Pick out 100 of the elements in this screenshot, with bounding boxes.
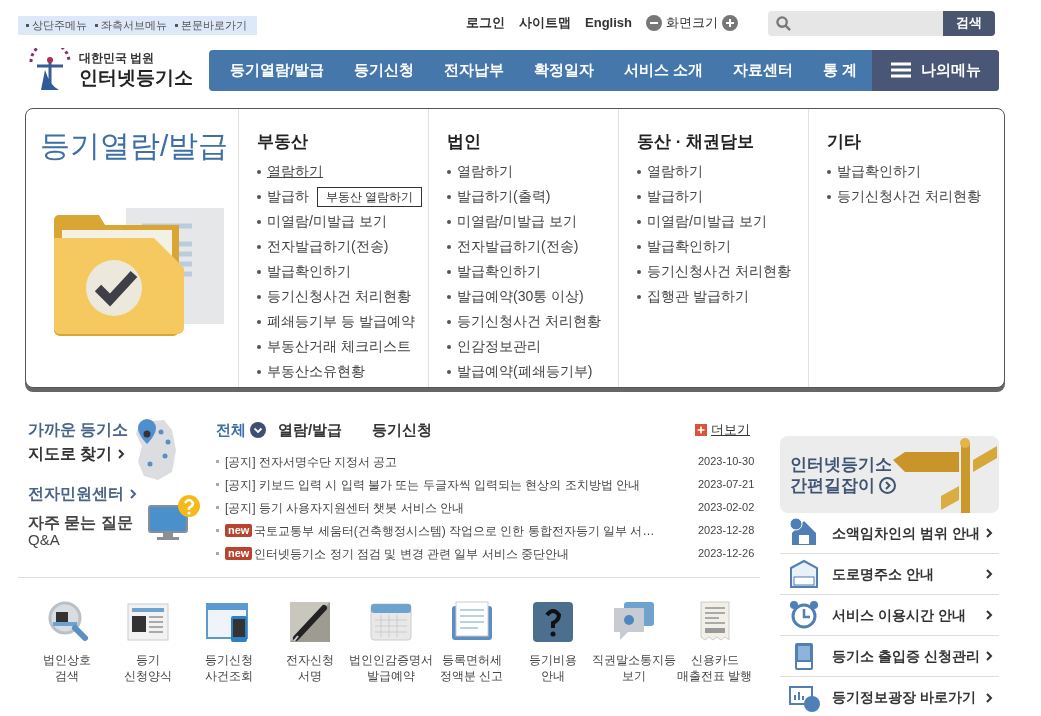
dropdown-link[interactable]: 발급확인하기 xyxy=(647,236,731,257)
notice-link[interactable]: 인터넷등기소 정기 점검 및 변경 관련 일부 서비스 중단안내 xyxy=(254,544,694,563)
section-title: 가까운 등기소 xyxy=(28,420,129,440)
service-label: 서명 xyxy=(297,668,322,684)
nav-item[interactable]: 전자납부 xyxy=(443,58,504,82)
skip-link[interactable]: 좌측서브메뉴 xyxy=(95,16,167,34)
dropdown-link[interactable]: 등기신청사건 처리현황 xyxy=(837,186,981,207)
notice-tag: [공지] xyxy=(225,475,256,494)
utility-link[interactable]: 로그인 xyxy=(466,13,506,33)
e-center-link[interactable]: 전자민원센터 xyxy=(28,482,208,506)
dropdown-link[interactable]: 인감정보관리 xyxy=(457,336,541,357)
notice-date: 2023-10-30 xyxy=(698,454,756,470)
nav-item[interactable]: 등기열람/발급 xyxy=(229,58,325,82)
service-link[interactable]: 등기 신청양식 xyxy=(107,598,188,684)
column-heading: 부동산 xyxy=(257,131,309,153)
chevron-icon xyxy=(986,569,993,579)
dropdown-link[interactable]: 열람하기 xyxy=(647,161,703,182)
service-link[interactable]: 등기신청 사건조회 xyxy=(188,598,269,684)
dropdown-link[interactable]: 발급예약(30통 이상) xyxy=(457,286,584,307)
font-size-label: 화면크기 xyxy=(666,14,718,33)
info-link[interactable]: 도로명주소 안내 xyxy=(780,554,999,595)
service-link[interactable]: 전자신청 서명 xyxy=(269,598,350,684)
service-link[interactable]: 등기비용 안내 xyxy=(512,598,593,684)
monitor-question-icon xyxy=(146,494,203,542)
utility-link[interactable]: English xyxy=(585,13,632,33)
service-label: 정액분 신고 xyxy=(439,668,504,684)
notice-date: 2023-12-28 xyxy=(698,523,756,539)
chevron-icon xyxy=(130,489,137,499)
notice-tab[interactable]: 열람/발급 xyxy=(278,418,343,442)
dropdown-link[interactable]: 발급하기 xyxy=(647,186,703,207)
dropdown-link[interactable]: 발급확인하기 xyxy=(457,261,541,282)
dropdown-link[interactable]: 미열람/미발급 보기 xyxy=(457,211,577,232)
dropdown-link[interactable]: 전자발급하기(전송) xyxy=(267,236,389,257)
dropdown-link[interactable]: 미열람/미발급 보기 xyxy=(647,211,767,232)
my-menu-button[interactable]: 나의메뉴 xyxy=(872,49,999,91)
notice-tab[interactable]: 전체 xyxy=(216,418,266,442)
notice-link[interactable]: 등기 사용자지원센터 챗봇 서비스 안내 xyxy=(258,498,694,517)
dropdown-link[interactable]: 발급하기(출력) xyxy=(457,186,551,207)
dropdown-link[interactable]: 부동산거래 체크리스트 xyxy=(267,336,411,357)
dropdown-link[interactable]: 열람하기 xyxy=(267,161,323,182)
dropdown-link[interactable]: 등기신청사건 처리현황 xyxy=(267,286,411,307)
map-link[interactable]: 지도로 찾기 xyxy=(28,442,129,466)
nav-item[interactable]: 확정일자 xyxy=(533,58,594,82)
info-link[interactable]: 서비스 이용시간 안내 xyxy=(780,595,999,636)
service-label: 등기 xyxy=(135,652,160,668)
chevron-icon xyxy=(986,528,993,538)
dropdown-link[interactable]: 등기신청사건 처리현황 xyxy=(647,261,791,282)
dropdown-link[interactable]: 발급확인하기 xyxy=(837,161,921,182)
notice-link[interactable]: 국토교통부 세움터(건축행정시스템) 작업으로 인한 통합전자등기 일부 서… xyxy=(254,521,694,540)
service-label: 안내 xyxy=(540,668,565,684)
service-link[interactable]: 등록면허세 정액분 신고 xyxy=(431,598,512,684)
chevron-icon xyxy=(118,449,126,459)
logo-title: 인터넷등기소 xyxy=(79,65,193,90)
service-link[interactable]: 신용카드 매출전표 발행 xyxy=(674,598,755,684)
info-link[interactable]: 등기정보광장 바로가기 xyxy=(780,677,999,716)
dropdown-link[interactable]: 전자발급하기(전송) xyxy=(457,236,579,257)
service-link[interactable]: 법인상호 검색 xyxy=(26,598,107,684)
search-button[interactable]: 검색 xyxy=(943,10,995,36)
notice-link[interactable]: 키보드 입력 시 입력 불가 또는 두글자씩 입력되는 현상의 조치방법 안내 xyxy=(258,475,694,494)
search-field[interactable] xyxy=(768,10,943,36)
service-link[interactable]: 직권말소통지등 보기 xyxy=(593,598,674,684)
nav-item[interactable]: 통 계 xyxy=(822,58,857,82)
nav-item[interactable]: 서비스 소개 xyxy=(623,58,703,82)
service-label: 등기비용 xyxy=(528,652,577,668)
dropdown-link[interactable]: 폐쇄등기부 등 발급예약 xyxy=(267,311,415,332)
dropdown-link[interactable]: 집행관 발급하기 xyxy=(647,286,749,307)
notice-date: 2023-07-21 xyxy=(698,477,756,493)
notice-tab[interactable]: 등기신청 xyxy=(372,418,433,442)
chevron-icon xyxy=(986,692,993,703)
info-link[interactable]: 소액임차인의 범위 안내 xyxy=(780,513,999,554)
dropdown-link[interactable]: 미열람/미발급 보기 xyxy=(267,211,387,232)
info-link[interactable]: 등기소 출입증 신청관리 xyxy=(780,636,999,677)
new-badge: new xyxy=(225,547,253,560)
dropdown-link[interactable]: 등기신청사건 처리현황 xyxy=(457,311,601,332)
skip-link[interactable]: 상단주메뉴 xyxy=(26,16,87,34)
dropdown-link[interactable]: 발급예약(폐쇄등기부) xyxy=(457,361,593,382)
notice-link[interactable]: 전자서명수단 지정서 공고 xyxy=(258,452,694,471)
plus-icon xyxy=(695,424,707,436)
skip-link[interactable]: 본문바로가기 xyxy=(175,16,247,34)
dropdown-link[interactable]: 발급하 xyxy=(267,186,309,207)
column-heading: 법인 xyxy=(447,131,482,153)
dropdown-link[interactable]: 부동산소유현황 xyxy=(267,361,365,382)
notice-tag: [공지] xyxy=(225,498,256,517)
service-label: 등록면허세 xyxy=(441,652,502,668)
nav-item[interactable]: 등기신청 xyxy=(354,58,415,82)
guide-banner[interactable]: 인터넷등기소 간편길잡이 xyxy=(780,436,999,513)
service-label: 직권말소통지등 xyxy=(591,652,676,668)
nav-item[interactable]: 자료센터 xyxy=(732,58,793,82)
zoom-out-button[interactable] xyxy=(646,15,662,31)
notice-tag: [공지] xyxy=(225,452,256,471)
dropdown-link[interactable]: 발급확인하기 xyxy=(267,261,351,282)
dropdown-link[interactable]: 열람하기 xyxy=(457,161,513,182)
service-label: 법인상호 xyxy=(42,652,91,668)
utility-link[interactable]: 사이트맵 xyxy=(519,13,572,33)
zoom-in-button[interactable] xyxy=(722,15,738,31)
service-link[interactable]: 법인인감증명서 발급예약 xyxy=(350,598,431,684)
notice-date: 2023-12-26 xyxy=(698,546,756,562)
service-label: 발급예약 xyxy=(366,668,415,684)
more-link[interactable]: 더보기 xyxy=(695,420,750,440)
menu-icon xyxy=(890,62,911,78)
